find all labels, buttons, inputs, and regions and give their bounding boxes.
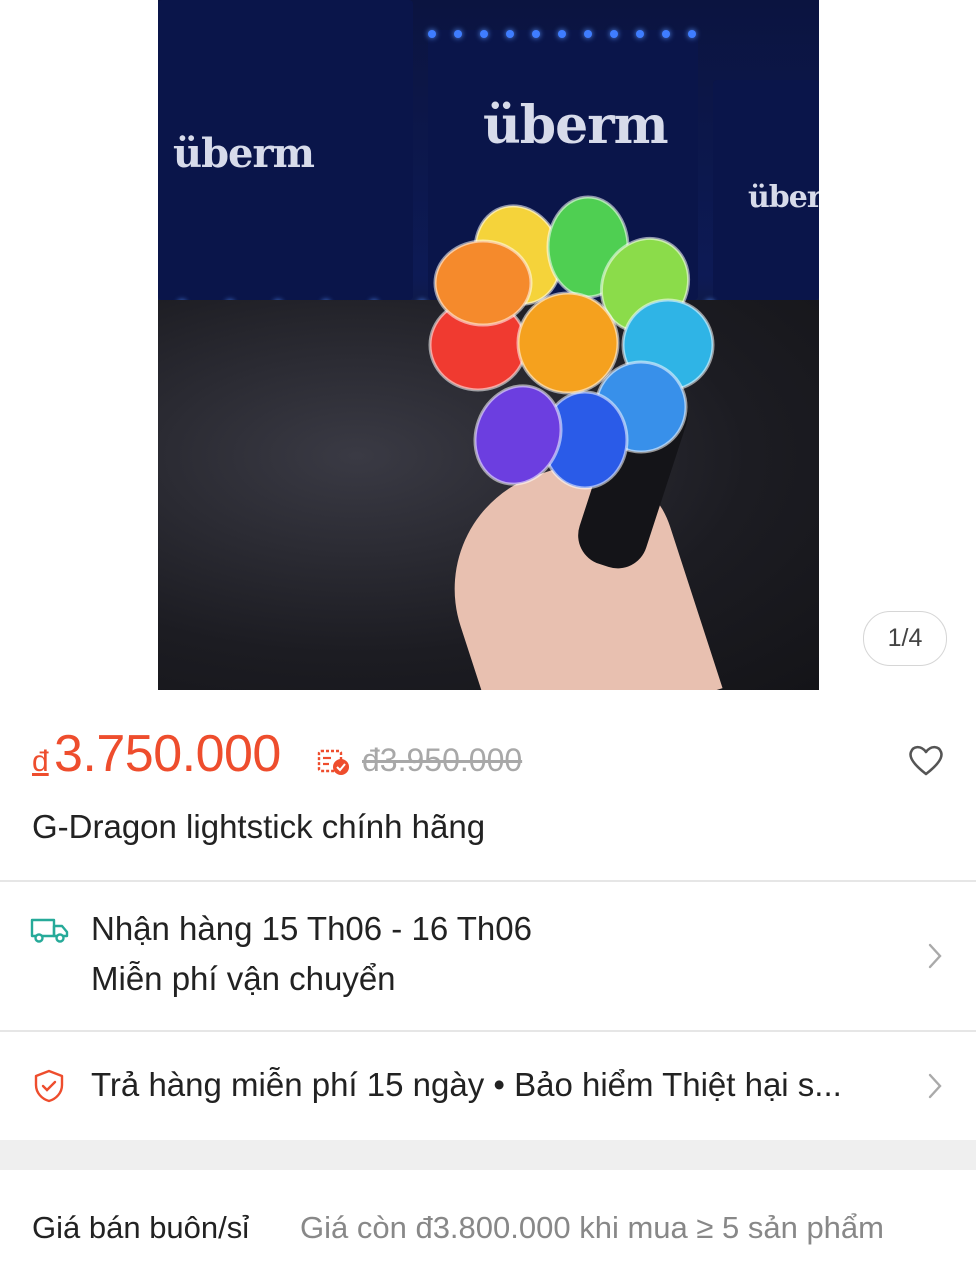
price-currency: đ [32,745,49,778]
truck-icon [30,918,69,943]
flower-lightstick [428,195,715,490]
product-image-gallery[interactable]: überm überm überm 1/4 [0,0,976,690]
image-counter: 1/4 [863,611,947,666]
delivery-estimate: Nhận hàng 15 Th06 - 16 Th06 [91,910,532,947]
original-price: đ3.950.000 [362,742,523,778]
product-title: G-Dragon lightstick chính hãng [32,808,486,845]
shield-icon [34,1069,64,1103]
shipping-fee: Miễn phí vận chuyển [91,960,396,997]
shipping-row[interactable]: Nhận hàng 15 Th06 - 16 Th06 Miễn phí vận… [0,882,976,1030]
price-row: đ 3.750.000 đ3.950.000 [32,720,952,790]
heart-icon[interactable] [908,744,944,776]
stage-lights [428,30,696,38]
return-policy-row[interactable]: Trả hàng miễn phí 15 ngày • Bảo hiểm Thi… [0,1032,976,1140]
stage-logo-center: überm [483,95,669,156]
chevron-right-icon [928,1073,942,1099]
section-separator [0,1140,976,1170]
stage-logo-right: überm [748,180,819,215]
product-photo[interactable]: überm überm überm [158,0,819,690]
wholesale-row[interactable]: Giá bán buôn/sỉ Giá còn đ3.800.000 khi m… [0,1170,976,1280]
sale-price: 3.750.000 [54,725,281,783]
wholesale-description: Giá còn đ3.800.000 khi mua ≥ 5 sản phẩm [300,1210,884,1245]
stage-logo-left: überm [173,130,315,177]
return-policy-text: Trả hàng miễn phí 15 ngày • Bảo hiểm Thi… [91,1066,842,1103]
chevron-right-icon [928,943,942,969]
wholesale-label: Giá bán buôn/sỉ [32,1210,250,1245]
voucher-icon[interactable] [317,748,351,776]
